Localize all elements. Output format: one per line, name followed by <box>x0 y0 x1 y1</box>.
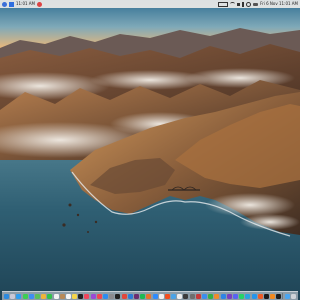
news-icon[interactable] <box>96 293 102 299</box>
notion-icon[interactable] <box>158 293 164 299</box>
menu-datetime[interactable]: Fri 6 Nov 11:01 AM <box>260 0 298 8</box>
volume-icon[interactable] <box>237 2 241 6</box>
menu-status-clock[interactable]: 11:01 AM <box>16 0 35 8</box>
numbers-icon[interactable] <box>208 293 214 299</box>
pages-icon[interactable] <box>214 293 220 299</box>
postman-icon[interactable] <box>257 293 263 299</box>
textedit-icon[interactable] <box>177 293 183 299</box>
control-center-icon[interactable] <box>253 2 259 6</box>
xcode-icon[interactable] <box>220 293 226 299</box>
photos-icon[interactable] <box>41 293 47 299</box>
keynote-icon[interactable] <box>202 293 207 299</box>
telegram-icon[interactable] <box>245 293 251 299</box>
iterm-icon[interactable] <box>263 293 269 299</box>
contacts-icon[interactable] <box>59 293 65 299</box>
search-icon[interactable] <box>246 1 252 7</box>
activity-monitor-icon[interactable] <box>183 293 189 299</box>
discord-icon[interactable] <box>232 293 238 299</box>
books-icon[interactable] <box>270 293 276 299</box>
dock-separator <box>282 293 284 299</box>
stocks-icon[interactable] <box>276 293 282 299</box>
zoom-icon[interactable] <box>152 293 158 299</box>
slack-icon[interactable] <box>133 293 139 299</box>
tv-icon[interactable] <box>78 293 84 299</box>
safari-icon[interactable] <box>16 293 22 299</box>
downloads-folder-icon[interactable] <box>284 293 290 299</box>
github-desktop-icon[interactable] <box>226 293 232 299</box>
wifi-icon[interactable] <box>230 2 236 6</box>
dock <box>2 291 298 300</box>
spotify-icon[interactable] <box>140 293 146 299</box>
figma-icon[interactable] <box>164 293 170 299</box>
docker-icon[interactable] <box>251 293 257 299</box>
calculator-icon[interactable] <box>189 293 195 299</box>
reminders-icon[interactable] <box>65 293 71 299</box>
photo-booth-icon[interactable] <box>195 293 201 299</box>
menu-bar: 11:01 AM Fri 6 Nov 11:01 AM <box>0 0 300 8</box>
notification-icon[interactable] <box>2 1 7 7</box>
podcasts-icon[interactable] <box>90 293 96 299</box>
vscode-icon[interactable] <box>127 293 133 299</box>
finder-icon[interactable] <box>4 293 9 299</box>
dropbox-icon[interactable] <box>9 1 14 7</box>
desktop-wallpaper <box>0 0 300 300</box>
bluetooth-icon[interactable] <box>242 1 245 7</box>
messages-icon[interactable] <box>22 293 28 299</box>
facetime-icon[interactable] <box>47 293 53 299</box>
launchpad-icon[interactable] <box>10 293 16 299</box>
battery-icon[interactable] <box>218 1 229 7</box>
app-store-icon[interactable] <box>103 293 108 299</box>
chrome-icon[interactable] <box>121 293 127 299</box>
trash-icon[interactable] <box>290 293 296 299</box>
firefox-icon[interactable] <box>146 293 152 299</box>
app-status-icon[interactable] <box>37 1 42 7</box>
calendar-icon[interactable] <box>53 293 59 299</box>
music-icon[interactable] <box>84 293 90 299</box>
mail-icon[interactable] <box>28 293 34 299</box>
notes-icon[interactable] <box>72 293 78 299</box>
terminal-icon[interactable] <box>115 293 121 299</box>
system-preferences-icon[interactable] <box>109 293 115 299</box>
maps-icon[interactable] <box>34 293 40 299</box>
preview-icon[interactable] <box>171 293 177 299</box>
whatsapp-icon[interactable] <box>239 293 245 299</box>
